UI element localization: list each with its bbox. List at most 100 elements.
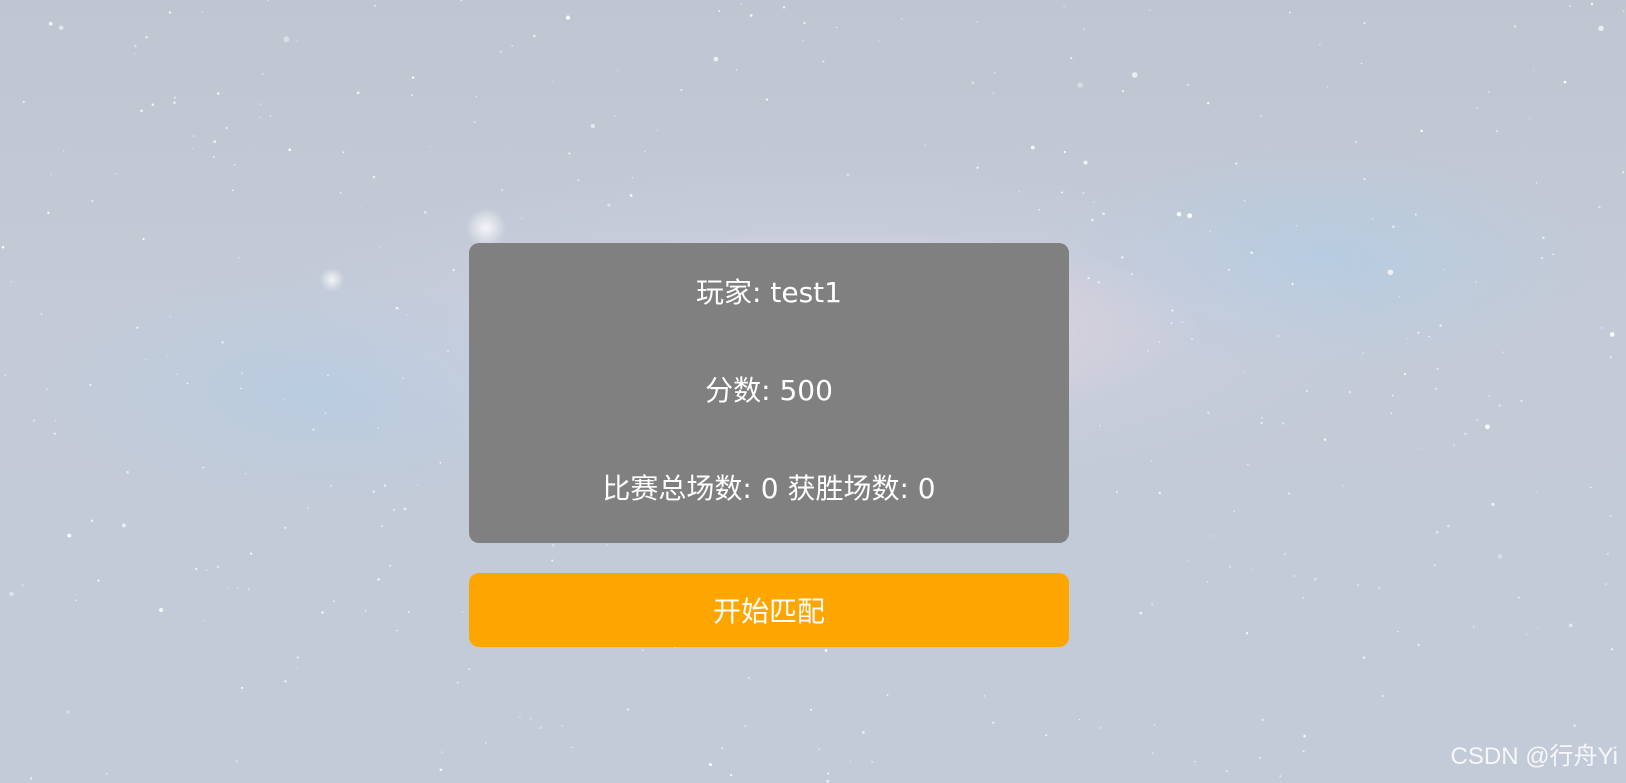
star [1488,395,1491,398]
star [1371,217,1374,220]
star [1406,338,1408,340]
star [718,9,721,12]
star [1362,656,1366,659]
star [339,191,342,194]
star [1314,577,1317,581]
star [835,26,838,29]
star [406,313,409,316]
star [1139,611,1143,615]
star [226,587,228,590]
star [75,594,77,597]
star [782,6,786,9]
star [1151,752,1154,754]
star [749,14,753,17]
star [1541,256,1544,260]
star [1181,321,1184,324]
star [266,0,269,2]
star [240,387,242,390]
star [235,760,239,763]
star [1243,199,1246,202]
star [1484,424,1490,430]
star [327,374,329,377]
star [1063,5,1065,7]
star [1537,627,1539,630]
star [1291,283,1294,286]
star [9,591,14,596]
star [1342,485,1345,487]
star [1604,583,1607,586]
star [269,115,272,118]
star [1563,80,1567,84]
star [221,340,224,344]
star [1443,268,1446,271]
star [202,466,205,469]
star [330,484,333,487]
star [47,211,50,214]
star [1283,553,1286,556]
star [1303,734,1306,738]
star [568,152,571,155]
star [142,237,145,241]
star [389,564,392,567]
star [1077,82,1083,88]
star [827,772,830,775]
star [1191,338,1193,340]
star [288,148,292,152]
star [1087,277,1090,280]
star [1099,726,1102,729]
star [1569,5,1572,8]
star [173,101,176,104]
star [988,780,991,782]
star [312,428,315,431]
star [1447,525,1450,528]
star [1502,351,1505,354]
star [460,0,463,2]
star [283,36,290,43]
star [225,127,228,129]
star [810,708,813,711]
star [1158,341,1161,343]
star [631,176,634,179]
star [1435,387,1438,390]
star [1170,322,1173,325]
star [802,39,805,42]
star [993,71,996,75]
star [1529,117,1531,119]
star [1228,565,1232,569]
star [54,420,57,422]
star [1092,201,1095,203]
star [1573,724,1576,727]
star [539,726,543,730]
star [32,419,36,422]
star [423,211,427,214]
star [1552,253,1555,256]
star [1206,580,1209,583]
star [237,586,239,589]
star [721,747,724,750]
star [46,388,49,391]
star [1513,25,1517,28]
star [296,666,298,669]
star [1261,417,1263,419]
star [1598,205,1601,209]
star [67,533,72,538]
star [145,36,148,39]
star [1417,643,1420,647]
star [1153,724,1156,726]
star [1526,633,1528,636]
star [1607,553,1609,555]
star [971,81,974,84]
star [1149,9,1151,12]
star [283,526,287,530]
star [62,150,65,152]
star [740,2,743,5]
star [1354,140,1358,144]
star [50,174,52,176]
star [89,383,92,387]
star [238,256,241,259]
star [1622,10,1625,12]
star [66,710,70,714]
star [577,179,580,182]
start-match-button[interactable]: 开始匹配 [469,573,1069,647]
star [1491,502,1495,507]
